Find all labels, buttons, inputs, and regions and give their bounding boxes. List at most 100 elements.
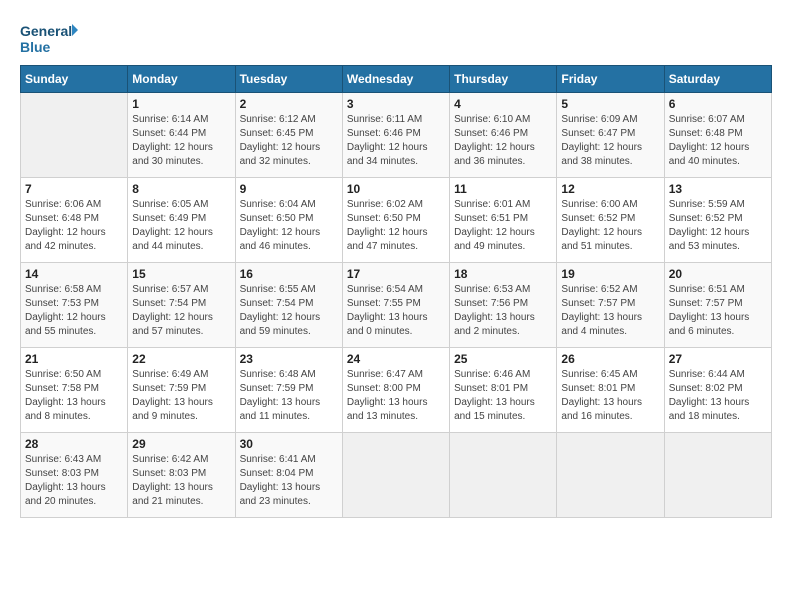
day-number: 17 <box>347 267 445 281</box>
day-number: 28 <box>25 437 123 451</box>
calendar-cell: 6Sunrise: 6:07 AMSunset: 6:48 PMDaylight… <box>664 93 771 178</box>
weekday-header-cell: Monday <box>128 66 235 93</box>
day-info: Sunrise: 6:58 AMSunset: 7:53 PMDaylight:… <box>25 283 123 339</box>
weekday-header-cell: Friday <box>557 66 664 93</box>
logo-svg: General Blue <box>20 20 80 55</box>
day-info: Sunrise: 6:46 AMSunset: 8:01 PMDaylight:… <box>454 368 552 424</box>
calendar-week-row: 7 Sunrise: 6:06 AMSunset: 6:48 PMDaylight… <box>21 178 772 263</box>
day-number: 13 <box>669 182 767 196</box>
day-number: 9 <box>240 182 338 196</box>
calendar-cell <box>664 433 771 518</box>
calendar-week-row: 28 Sunrise: 6:43 AMSunset: 8:03 PMDayligh… <box>21 433 772 518</box>
day-info: Sunrise: 6:55 AMSunset: 7:54 PMDaylight:… <box>240 283 338 339</box>
day-info: Sunrise: 6:43 AMSunset: 8:03 PMDaylight:… <box>25 453 123 509</box>
calendar-cell: 10 Sunrise: 6:02 AMSunset: 6:50 PMDayligh… <box>342 178 449 263</box>
calendar-cell: 18Sunrise: 6:53 AMSunset: 7:56 PMDayligh… <box>450 263 557 348</box>
day-number: 29 <box>132 437 230 451</box>
day-info: Sunrise: 6:09 AMSunset: 6:47 PMDaylight:… <box>561 113 659 169</box>
calendar-cell: 4 Sunrise: 6:10 AMSunset: 6:46 PMDaylight… <box>450 93 557 178</box>
day-number: 3 <box>347 97 445 111</box>
day-info: Sunrise: 6:02 AMSunset: 6:50 PMDaylight:… <box>347 198 445 254</box>
day-info: Sunrise: 6:00 AMSunset: 6:52 PMDaylight:… <box>561 198 659 254</box>
calendar-cell: 25 Sunrise: 6:46 AMSunset: 8:01 PMDayligh… <box>450 348 557 433</box>
calendar-cell: 11 Sunrise: 6:01 AMSunset: 6:51 PMDayligh… <box>450 178 557 263</box>
day-info: Sunrise: 6:47 AMSunset: 8:00 PMDaylight:… <box>347 368 445 424</box>
page-header: General Blue <box>20 20 772 55</box>
day-number: 21 <box>25 352 123 366</box>
day-info: Sunrise: 6:57 AMSunset: 7:54 PMDaylight:… <box>132 283 230 339</box>
calendar-cell: 2 Sunrise: 6:12 AMSunset: 6:45 PMDaylight… <box>235 93 342 178</box>
day-number: 12 <box>561 182 659 196</box>
weekday-header-cell: Tuesday <box>235 66 342 93</box>
day-number: 22 <box>132 352 230 366</box>
svg-text:General: General <box>20 23 72 39</box>
day-info: Sunrise: 6:42 AMSunset: 8:03 PMDaylight:… <box>132 453 230 509</box>
day-number: 19 <box>561 267 659 281</box>
day-info: Sunrise: 6:53 AMSunset: 7:56 PMDaylight:… <box>454 283 552 339</box>
day-number: 14 <box>25 267 123 281</box>
calendar-cell: 30 Sunrise: 6:41 AMSunset: 8:04 PMDayligh… <box>235 433 342 518</box>
calendar-cell: 19Sunrise: 6:52 AMSunset: 7:57 PMDayligh… <box>557 263 664 348</box>
day-number: 23 <box>240 352 338 366</box>
calendar-week-row: 1 Sunrise: 6:14 AMSunset: 6:44 PMDaylight… <box>21 93 772 178</box>
day-number: 24 <box>347 352 445 366</box>
weekday-header-cell: Saturday <box>664 66 771 93</box>
day-number: 30 <box>240 437 338 451</box>
calendar-cell: 28 Sunrise: 6:43 AMSunset: 8:03 PMDayligh… <box>21 433 128 518</box>
day-info: Sunrise: 6:07 AMSunset: 6:48 PMDaylight:… <box>669 113 767 169</box>
calendar-cell: 20Sunrise: 6:51 AMSunset: 7:57 PMDayligh… <box>664 263 771 348</box>
day-number: 1 <box>132 97 230 111</box>
day-number: 2 <box>240 97 338 111</box>
calendar-body: 1 Sunrise: 6:14 AMSunset: 6:44 PMDaylight… <box>21 93 772 518</box>
day-info: Sunrise: 6:14 AMSunset: 6:44 PMDaylight:… <box>132 113 230 169</box>
calendar-cell <box>342 433 449 518</box>
calendar-cell: 17 Sunrise: 6:54 AMSunset: 7:55 PMDayligh… <box>342 263 449 348</box>
day-info: Sunrise: 6:05 AMSunset: 6:49 PMDaylight:… <box>132 198 230 254</box>
calendar-cell: 29 Sunrise: 6:42 AMSunset: 8:03 PMDayligh… <box>128 433 235 518</box>
calendar-cell <box>450 433 557 518</box>
day-info: Sunrise: 6:12 AMSunset: 6:45 PMDaylight:… <box>240 113 338 169</box>
calendar-table: SundayMondayTuesdayWednesdayThursdayFrid… <box>20 65 772 518</box>
day-info: Sunrise: 6:41 AMSunset: 8:04 PMDaylight:… <box>240 453 338 509</box>
calendar-cell: 14 Sunrise: 6:58 AMSunset: 7:53 PMDayligh… <box>21 263 128 348</box>
day-info: Sunrise: 6:11 AMSunset: 6:46 PMDaylight:… <box>347 113 445 169</box>
calendar-cell: 21 Sunrise: 6:50 AMSunset: 7:58 PMDayligh… <box>21 348 128 433</box>
calendar-cell: 3 Sunrise: 6:11 AMSunset: 6:46 PMDaylight… <box>342 93 449 178</box>
calendar-cell: 7 Sunrise: 6:06 AMSunset: 6:48 PMDaylight… <box>21 178 128 263</box>
day-info: Sunrise: 6:48 AMSunset: 7:59 PMDaylight:… <box>240 368 338 424</box>
day-info: Sunrise: 6:45 AMSunset: 8:01 PMDaylight:… <box>561 368 659 424</box>
day-info: Sunrise: 6:04 AMSunset: 6:50 PMDaylight:… <box>240 198 338 254</box>
weekday-header-cell: Sunday <box>21 66 128 93</box>
day-info: Sunrise: 6:54 AMSunset: 7:55 PMDaylight:… <box>347 283 445 339</box>
day-info: Sunrise: 6:49 AMSunset: 7:59 PMDaylight:… <box>132 368 230 424</box>
weekday-header-row: SundayMondayTuesdayWednesdayThursdayFrid… <box>21 66 772 93</box>
day-number: 8 <box>132 182 230 196</box>
logo: General Blue <box>20 20 80 55</box>
calendar-cell: 9 Sunrise: 6:04 AMSunset: 6:50 PMDaylight… <box>235 178 342 263</box>
calendar-cell: 8 Sunrise: 6:05 AMSunset: 6:49 PMDaylight… <box>128 178 235 263</box>
calendar-cell: 23 Sunrise: 6:48 AMSunset: 7:59 PMDayligh… <box>235 348 342 433</box>
day-number: 27 <box>669 352 767 366</box>
calendar-cell: 16 Sunrise: 6:55 AMSunset: 7:54 PMDayligh… <box>235 263 342 348</box>
day-info: Sunrise: 6:06 AMSunset: 6:48 PMDaylight:… <box>25 198 123 254</box>
day-number: 11 <box>454 182 552 196</box>
day-info: Sunrise: 6:44 AMSunset: 8:02 PMDaylight:… <box>669 368 767 424</box>
day-number: 16 <box>240 267 338 281</box>
day-number: 4 <box>454 97 552 111</box>
day-info: Sunrise: 6:01 AMSunset: 6:51 PMDaylight:… <box>454 198 552 254</box>
day-number: 26 <box>561 352 659 366</box>
calendar-cell: 13Sunrise: 5:59 AMSunset: 6:52 PMDayligh… <box>664 178 771 263</box>
calendar-cell: 24 Sunrise: 6:47 AMSunset: 8:00 PMDayligh… <box>342 348 449 433</box>
calendar-cell: 5Sunrise: 6:09 AMSunset: 6:47 PMDaylight… <box>557 93 664 178</box>
day-number: 10 <box>347 182 445 196</box>
calendar-week-row: 21 Sunrise: 6:50 AMSunset: 7:58 PMDayligh… <box>21 348 772 433</box>
calendar-cell: 15 Sunrise: 6:57 AMSunset: 7:54 PMDayligh… <box>128 263 235 348</box>
day-info: Sunrise: 6:10 AMSunset: 6:46 PMDaylight:… <box>454 113 552 169</box>
day-number: 15 <box>132 267 230 281</box>
day-info: Sunrise: 6:50 AMSunset: 7:58 PMDaylight:… <box>25 368 123 424</box>
day-number: 25 <box>454 352 552 366</box>
calendar-cell: 22 Sunrise: 6:49 AMSunset: 7:59 PMDayligh… <box>128 348 235 433</box>
calendar-cell: 12 Sunrise: 6:00 AMSunset: 6:52 PMDayligh… <box>557 178 664 263</box>
day-number: 7 <box>25 182 123 196</box>
calendar-cell: 27 Sunrise: 6:44 AMSunset: 8:02 PMDayligh… <box>664 348 771 433</box>
